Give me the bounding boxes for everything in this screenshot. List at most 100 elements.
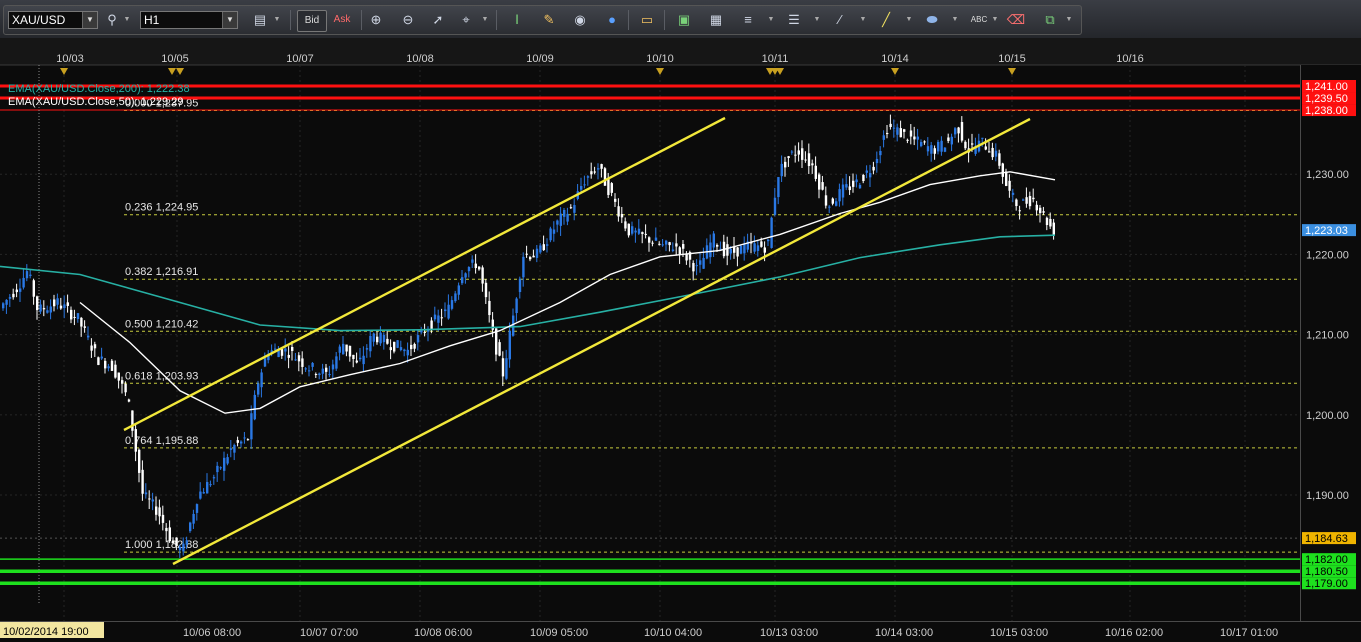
candle-body [739, 245, 743, 254]
candle-body [42, 308, 46, 310]
candle-body [318, 373, 321, 375]
candle-body [627, 223, 630, 236]
date-header [0, 38, 1361, 65]
eraser-icon[interactable]: ⌫ [1006, 10, 1026, 30]
candle-body [474, 263, 477, 269]
candle-body [362, 355, 365, 365]
ema200-legend: EMA(XAU/USD.Close,200): 1,222.38 [8, 83, 190, 95]
candle-body [447, 304, 450, 319]
chevron-down-icon[interactable]: ▼ [222, 12, 237, 28]
chevron-down-icon[interactable]: ▼ [82, 12, 97, 28]
chevron-down-icon[interactable]: ▼ [272, 10, 282, 30]
fib-level-label: 0.382 1,216.91 [125, 266, 198, 278]
candle-body [573, 205, 576, 213]
layers-icon[interactable]: ⧉ [1040, 10, 1060, 30]
candle-body [597, 168, 600, 170]
timeframe-select[interactable]: H1 ▼ [140, 11, 238, 29]
candle-body [2, 303, 5, 309]
chevron-down-icon[interactable]: ▼ [950, 10, 960, 30]
candle-body [80, 317, 83, 327]
select-icon[interactable]: ⌖ [456, 10, 476, 30]
candle-body [603, 168, 607, 186]
candle-body [835, 201, 838, 206]
ask-button[interactable]: Ask [328, 10, 356, 30]
candle-body [903, 129, 906, 132]
price-chart[interactable]: 10/03 10/05 10/07 10/08 10/09 10/10 10/11 10/14… [0, 38, 1361, 642]
candle-body [63, 304, 66, 309]
chevron-down-icon[interactable]: ▼ [1064, 10, 1074, 30]
candle-body [794, 154, 797, 156]
candle-body [457, 285, 460, 295]
candle-body [403, 349, 406, 352]
candle-body [410, 344, 413, 350]
candle-body [661, 244, 664, 246]
chevron-down-icon[interactable]: ▼ [812, 10, 822, 30]
candle-body [556, 220, 559, 225]
candle-body [879, 150, 882, 156]
candle-body [787, 156, 790, 159]
candle-body [869, 173, 872, 178]
candle-body [1049, 218, 1052, 227]
candle-body [36, 296, 39, 311]
candle-body [66, 302, 69, 306]
candle-body [546, 244, 549, 246]
candle-body [1022, 199, 1025, 201]
candle-body [845, 184, 848, 188]
candle-body [100, 356, 103, 359]
ruler-icon[interactable]: ▭ [637, 10, 657, 30]
news-icon[interactable]: ▣ [674, 10, 694, 30]
chevron-down-icon[interactable]: ▼ [904, 10, 914, 30]
bid-button[interactable]: Bid [297, 10, 327, 32]
candle-body [478, 266, 481, 270]
candle-body [70, 309, 73, 320]
zoom-in-icon[interactable]: ⊕ [366, 10, 386, 30]
chevron-down-icon[interactable]: ▼ [858, 10, 868, 30]
edit-icon[interactable]: ✎ [539, 10, 559, 30]
candle-body [753, 243, 756, 252]
candle-body [87, 335, 90, 338]
eye-icon[interactable]: ◉ [570, 10, 590, 30]
candle-body [393, 341, 396, 352]
separator [361, 10, 362, 30]
indicator-icon[interactable]: Ⅰ [507, 10, 527, 30]
candle-body [280, 349, 284, 356]
candle-body [155, 506, 158, 515]
shapes-icon[interactable]: ⬬ [922, 10, 942, 30]
candle-body [665, 240, 668, 245]
fibonacci-icon[interactable]: ≡ [738, 10, 758, 30]
candle-body [920, 142, 923, 147]
candle-body [539, 245, 542, 253]
candle-body [93, 344, 97, 349]
separator [290, 10, 291, 30]
chevron-down-icon[interactable]: ▼ [990, 10, 1000, 30]
candle-body [886, 133, 889, 135]
window-icon[interactable]: ▦ [706, 10, 726, 30]
top-date-label: 10/15 [998, 53, 1026, 65]
chevron-down-icon[interactable]: ▼ [122, 10, 132, 30]
pen-icon[interactable]: ∕ [830, 10, 850, 30]
candle-body [535, 248, 539, 258]
symbol-select[interactable]: XAU/USD ▼ [8, 11, 98, 29]
candle-body [141, 469, 144, 494]
lines-icon[interactable]: ☰ [784, 10, 804, 30]
candle-body [716, 244, 719, 247]
candle-body [498, 342, 501, 356]
text-icon[interactable]: ABC [966, 10, 992, 30]
cursor-icon[interactable]: ➚ [428, 10, 448, 30]
chart-type-icon[interactable]: ▤ [250, 10, 270, 30]
candle-body [522, 256, 525, 278]
chevron-down-icon[interactable]: ▼ [480, 10, 490, 30]
candle-body [304, 368, 307, 370]
chart-background [0, 38, 1361, 642]
chevron-down-icon[interactable]: ▼ [766, 10, 776, 30]
top-date-label: 10/07 [286, 53, 314, 65]
symbol-search-icon[interactable]: ⚲ [102, 10, 122, 30]
trendline-icon[interactable]: ╱ [876, 10, 896, 30]
candle-body [862, 175, 865, 182]
globe-icon[interactable]: ● [602, 10, 622, 30]
candle-body [352, 354, 355, 360]
zoom-out-icon[interactable]: ⊖ [398, 10, 418, 30]
candle-body [736, 247, 739, 257]
candle-body [1032, 197, 1035, 200]
bottom-date-label: 10/10 04:00 [644, 627, 702, 639]
